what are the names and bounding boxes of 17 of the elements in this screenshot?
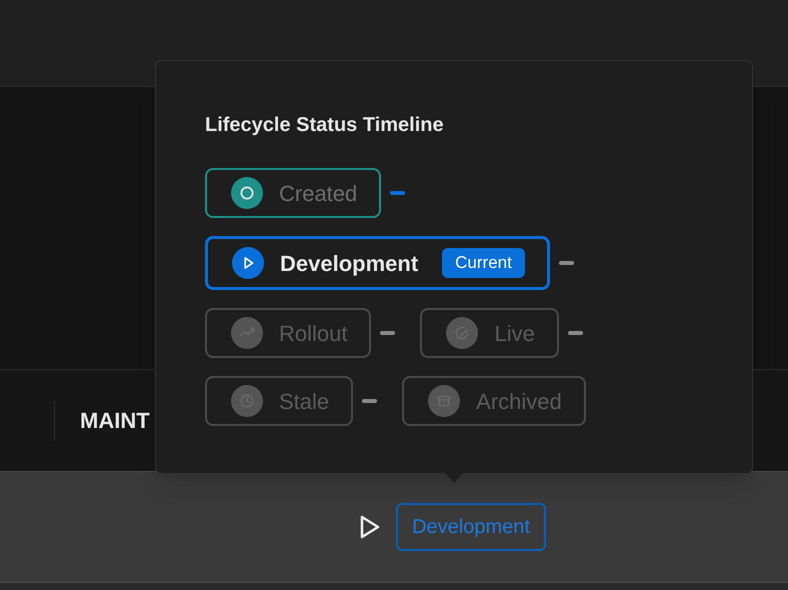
popover-title: Lifecycle Status Timeline <box>205 113 445 138</box>
play-icon <box>358 514 382 540</box>
connector-line <box>362 399 378 403</box>
stage-chip[interactable]: Archived <box>402 376 586 426</box>
section-heading: MAINT <box>80 407 150 435</box>
connector-line <box>558 261 574 265</box>
status-badge: Development <box>396 503 546 551</box>
connector-line <box>390 191 406 195</box>
stage-chip[interactable]: Rollout <box>205 308 372 358</box>
circle-icon <box>238 184 256 202</box>
stage-chip[interactable]: Created <box>205 168 382 218</box>
stage-chip[interactable]: Stale <box>205 376 354 426</box>
connector-line <box>380 331 396 335</box>
connector-line <box>568 331 583 335</box>
stage-chip[interactable]: Live <box>420 308 559 358</box>
stage-chip[interactable]: Development Current <box>205 236 550 290</box>
current-badge: Current <box>442 248 525 278</box>
